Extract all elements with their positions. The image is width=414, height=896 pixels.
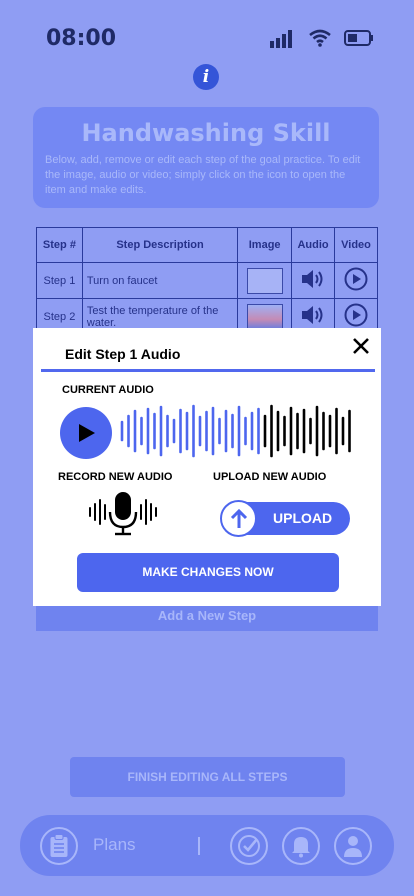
- wifi-icon: [309, 29, 331, 47]
- finish-editing-button[interactable]: FINISH EDITING ALL STEPS: [70, 757, 345, 797]
- nav-divider: [198, 837, 200, 855]
- modal-title: Edit Step 1 Audio: [65, 346, 181, 362]
- make-changes-button[interactable]: MAKE CHANGES NOW: [77, 553, 339, 592]
- record-audio-label: RECORD NEW AUDIO: [58, 471, 173, 483]
- play-video-icon[interactable]: [344, 267, 368, 291]
- column-header-description: Step Description: [81, 227, 239, 263]
- battery-icon: [344, 30, 373, 46]
- column-header-image: Image: [237, 227, 293, 263]
- edit-audio-modal: Edit Step 1 Audio CURRENT AUDIO RECORD N…: [33, 328, 381, 606]
- bell-icon: [292, 837, 310, 858]
- status-time: 08:00: [46, 26, 117, 51]
- info-icon[interactable]: i: [193, 64, 219, 90]
- play-audio-button[interactable]: [60, 407, 112, 459]
- speaker-icon[interactable]: [300, 304, 326, 326]
- upload-audio-label: UPLOAD NEW AUDIO: [213, 471, 327, 483]
- check-circle-icon: [238, 835, 260, 857]
- upload-button-label: UPLOAD: [273, 510, 333, 526]
- microphone-icon[interactable]: [83, 488, 163, 538]
- skill-header-card: Handwashing Skill Below, add, remove or …: [33, 107, 379, 208]
- step-description: Turn on faucet: [81, 262, 239, 299]
- step-image-cell[interactable]: [237, 262, 293, 299]
- faucet-image-thumbnail[interactable]: [246, 267, 283, 294]
- nav-check-button[interactable]: [230, 827, 268, 865]
- clipboard-icon: [50, 834, 68, 857]
- step-number: Step 1: [36, 262, 83, 299]
- steps-table: Step # Step Description Image Audio Vide…: [36, 227, 378, 335]
- nav-plans-label[interactable]: Plans: [93, 835, 136, 855]
- play-video-icon[interactable]: [344, 303, 368, 327]
- upload-arrow-icon: [220, 500, 257, 537]
- nav-plans-button[interactable]: [40, 827, 78, 865]
- status-icons: [270, 28, 374, 48]
- speaker-icon[interactable]: [300, 268, 326, 290]
- step-audio-cell[interactable]: [291, 262, 336, 299]
- status-bar: 08:00: [0, 22, 414, 58]
- column-header-video: Video: [334, 227, 378, 263]
- step-video-cell[interactable]: [334, 262, 378, 299]
- audio-waveform[interactable]: [119, 404, 355, 458]
- nav-notifications-button[interactable]: [282, 827, 320, 865]
- close-icon[interactable]: [351, 336, 371, 356]
- bottom-nav: Plans: [20, 815, 394, 876]
- nav-profile-button[interactable]: [334, 827, 372, 865]
- user-icon: [344, 836, 362, 857]
- skill-instructions: Below, add, remove or edit each step of …: [45, 154, 361, 196]
- current-audio-label: CURRENT AUDIO: [62, 384, 154, 396]
- upload-button[interactable]: UPLOAD: [220, 500, 350, 537]
- table-header-row: Step # Step Description Image Audio Vide…: [36, 227, 378, 263]
- skill-title: Handwashing Skill: [81, 119, 331, 147]
- table-row: Step 1 Turn on faucet: [36, 262, 378, 299]
- water-image-thumbnail[interactable]: [246, 303, 283, 330]
- column-header-audio: Audio: [291, 227, 336, 263]
- column-header-step: Step #: [36, 227, 83, 263]
- signal-icon: [270, 30, 292, 48]
- play-icon: [79, 424, 95, 442]
- modal-divider: [41, 369, 375, 372]
